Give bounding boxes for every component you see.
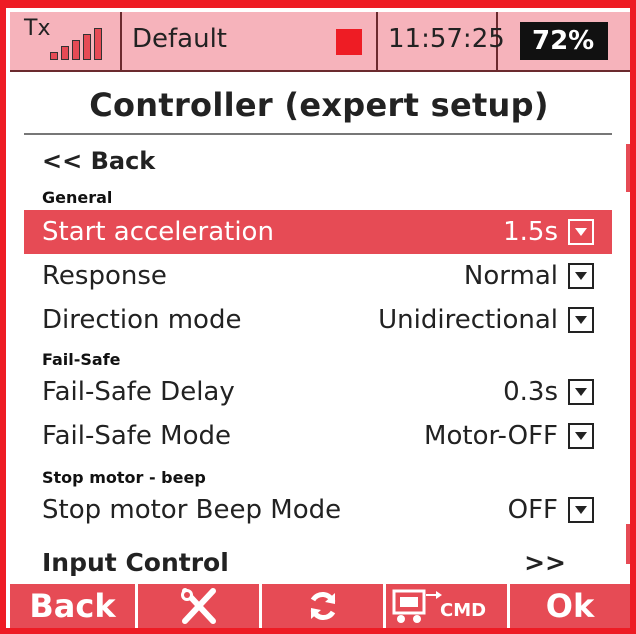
item-response[interactable]: Response Normal bbox=[24, 254, 612, 298]
cmd-label: CMD bbox=[440, 600, 487, 621]
item-label: Stop motor Beep Mode bbox=[42, 495, 342, 525]
signal-bars-icon bbox=[50, 24, 110, 60]
dropdown-icon[interactable] bbox=[568, 497, 594, 523]
scroll-thumb-bottom[interactable] bbox=[626, 524, 630, 564]
item-label: Start acceleration bbox=[42, 217, 274, 247]
dropdown-icon[interactable] bbox=[568, 219, 594, 245]
tools-button[interactable] bbox=[138, 584, 262, 628]
cmd-button[interactable]: CMD bbox=[386, 584, 510, 628]
battery-icon: 72% bbox=[512, 22, 608, 60]
item-value: Normal bbox=[463, 261, 558, 291]
dropdown-icon[interactable] bbox=[568, 379, 594, 405]
time-cell: 11:57:25 bbox=[378, 12, 505, 70]
model-cell[interactable]: Default bbox=[122, 12, 378, 70]
wrench-screwdriver-icon bbox=[180, 588, 216, 624]
back-link[interactable]: << Back bbox=[24, 140, 612, 182]
model-name: Default bbox=[132, 24, 227, 54]
item-value: OFF bbox=[507, 495, 558, 525]
item-value: 0.3s bbox=[503, 377, 558, 407]
record-icon bbox=[336, 29, 362, 55]
dropdown-icon[interactable] bbox=[568, 307, 594, 333]
scroll-thumb-top[interactable] bbox=[626, 144, 630, 192]
function-key-bar: Back CMD Ok bbox=[10, 584, 630, 628]
item-value: Unidirectional bbox=[378, 305, 558, 335]
title-divider bbox=[24, 133, 612, 135]
signal-bar bbox=[94, 28, 102, 60]
item-start-acceleration[interactable]: Start acceleration 1.5s bbox=[24, 210, 612, 254]
back-button-label: Back bbox=[29, 587, 116, 625]
scrollbar[interactable] bbox=[626, 144, 630, 584]
item-failsafe-mode[interactable]: Fail-Safe Mode Motor-OFF bbox=[24, 414, 612, 458]
dropdown-icon[interactable] bbox=[568, 263, 594, 289]
signal-bar bbox=[72, 40, 80, 60]
refresh-icon bbox=[310, 592, 335, 620]
status-bar: Tx Default 11:57:25 72% bbox=[10, 12, 630, 72]
signal-bar bbox=[50, 52, 58, 60]
clock-time: 11:57:25 bbox=[388, 24, 505, 54]
item-failsafe-delay[interactable]: Fail-Safe Delay 0.3s bbox=[24, 370, 612, 414]
section-stop-motor: Stop motor - beep bbox=[42, 468, 206, 487]
item-stop-motor-beep-mode[interactable]: Stop motor Beep Mode OFF bbox=[24, 488, 612, 532]
receiver-cmd-icon bbox=[392, 589, 442, 623]
page-title: Controller (expert setup) bbox=[89, 86, 549, 124]
section-general: General bbox=[42, 188, 113, 207]
battery-percent: 72% bbox=[532, 26, 595, 56]
ok-button[interactable]: Ok bbox=[510, 584, 630, 628]
item-label: Direction mode bbox=[42, 305, 242, 335]
tx-signal: Tx bbox=[10, 12, 122, 70]
battery-nub bbox=[520, 40, 526, 48]
refresh-button[interactable] bbox=[262, 584, 386, 628]
ok-button-label: Ok bbox=[545, 587, 595, 625]
item-value: 1.5s bbox=[503, 217, 558, 247]
signal-bar bbox=[61, 46, 69, 60]
forward-arrow-icon: >> bbox=[524, 547, 566, 577]
item-label: Fail-Safe Mode bbox=[42, 421, 232, 451]
battery-cell: 72% bbox=[498, 12, 630, 70]
input-control-label: Input Control bbox=[42, 547, 229, 577]
dropdown-icon[interactable] bbox=[568, 423, 594, 449]
section-failsafe: Fail-Safe bbox=[42, 350, 121, 369]
item-label: Response bbox=[42, 261, 167, 291]
battery-fill bbox=[512, 22, 520, 60]
back-button[interactable]: Back bbox=[10, 584, 138, 628]
item-label: Fail-Safe Delay bbox=[42, 377, 235, 407]
back-label: << Back bbox=[42, 147, 156, 175]
item-direction-mode[interactable]: Direction mode Unidirectional bbox=[24, 298, 612, 342]
signal-bar bbox=[83, 34, 91, 60]
input-control-link[interactable]: Input Control >> bbox=[24, 540, 612, 584]
tx-label: Tx bbox=[24, 16, 51, 41]
item-value: Motor-OFF bbox=[424, 421, 558, 451]
